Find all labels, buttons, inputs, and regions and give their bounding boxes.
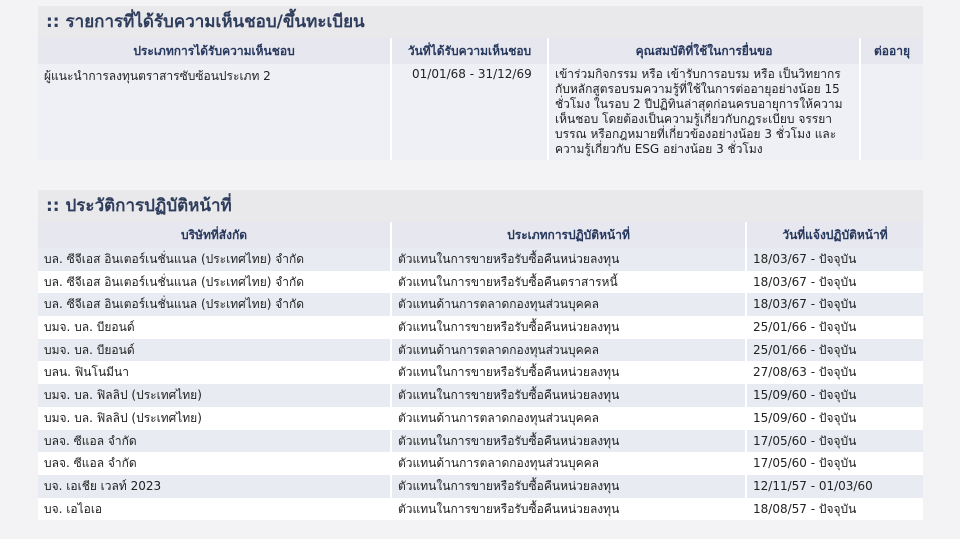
company-cell: บลจ. ซีแอล จำกัด [38,452,392,475]
duty-type-cell: ตัวแทนในการขายหรือรับซื้อคืนหน่วยลงทุน [391,316,747,339]
duty-type-cell: ตัวแทนในการขายหรือรับซื้อคืนหน่วยลงทุน [391,429,747,453]
table-row: บลจ. ซีแอล จำกัด ตัวแทนด้านการตลาดกองทุนส… [38,452,923,475]
duty-type-cell: ตัวแทนในการขายหรือรับซื้อคืนหน่วยลงทุน [391,361,747,385]
table-row: บล. ซีจีเอส อินเตอร์เนชั่นแนล (ประเทศไทย… [38,248,923,271]
table-row: บมจ. บล. บียอนด์ ตัวแทนในการขายหรือรับซื้… [38,316,923,339]
qualification-cell: เข้าร่วมกิจกรรม หรือ เข้ารับการอบรม หรือ… [548,64,861,160]
header-duty-type: ประเภทการปฏิบัติหน้าที่ [391,222,747,248]
table-row: บมจ. บล. ฟิลลิป (ประเทศไทย) ตัวแทนด้านการ… [38,406,923,430]
company-cell: บล. ซีจีเอส อินเตอร์เนชั่นแนล (ประเทศไทย… [38,270,392,294]
company-cell: บจ. เอไอเอ [38,497,392,521]
approval-table-header: ประเภทการได้รับความเห็นชอบ วันที่ได้รับค… [38,38,923,64]
duty-table-body: บล. ซีจีเอส อินเตอร์เนชั่นแนล (ประเทศไทย… [38,248,923,521]
duty-table-header: บริษัทที่สังกัด ประเภทการปฏิบัติหน้าที่ … [38,222,923,248]
company-cell: บมจ. บล. บียอนด์ [38,338,392,362]
duty-date-cell: 12/11/57 - 01/03/60 [746,474,923,498]
table-row: บล. ซีจีเอส อินเตอร์เนชั่นแนล (ประเทศไทย… [38,270,923,294]
company-cell: บลจ. ซีแอล จำกัด [38,429,392,453]
duty-date-cell: 15/09/60 - ปัจจุบัน [746,384,923,407]
duty-type-cell: ตัวแทนในการขายหรือรับซื้อคืนหน่วยลงทุน [391,474,747,498]
company-cell: บมจ. บล. ฟิลลิป (ประเทศไทย) [38,406,392,430]
table-row: บลน. ฟินโนมีนา ตัวแทนในการขายหรือรับซื้อค… [38,361,923,385]
table-row: บลจ. ซีแอล จำกัด ตัวแทนในการขายหรือรับซื้… [38,429,923,453]
duty-type-cell: ตัวแทนในการขายหรือรับซื้อคืนตราสารหนี้ [391,270,747,294]
company-cell: บมจ. บล. บียอนด์ [38,316,392,339]
header-renew: ต่ออายุ [860,38,923,64]
duty-date-cell: 18/03/67 - ปัจจุบัน [746,270,923,294]
table-row: บมจ. บล. บียอนด์ ตัวแทนด้านการตลาดกองทุนส… [38,338,923,362]
company-cell: บลน. ฟินโนมีนา [38,361,392,385]
duty-type-cell: ตัวแทนด้านการตลาดกองทุนส่วนบุคคล [391,338,747,362]
approval-table: ประเภทการได้รับความเห็นชอบ วันที่ได้รับค… [38,38,923,160]
approval-section-title: :: รายการที่ได้รับความเห็นชอบ/ขึ้นทะเบีย… [38,6,923,38]
table-row: บจ. เอเชีย เวลท์ 2023 ตัวแทนในการขายหรือร… [38,474,923,498]
duty-type-cell: ตัวแทนในการขายหรือรับซื้อคืนหน่วยลงทุน [391,384,747,407]
header-company: บริษัทที่สังกัด [38,222,392,248]
renew-cell [860,64,923,160]
duty-type-cell: ตัวแทนในการขายหรือรับซื้อคืนหน่วยลงทุน [391,248,747,271]
approval-section: :: รายการที่ได้รับความเห็นชอบ/ขึ้นทะเบีย… [38,6,923,160]
table-row: ผู้แนะนำการลงทุนตราสารซับซ้อนประเภท 2 01… [38,64,923,160]
header-duty-date: วันที่แจ้งปฏิบัติหน้าที่ [746,222,923,248]
header-approval-date: วันที่ได้รับความเห็นชอบ [391,38,549,64]
duty-date-cell: 18/03/67 - ปัจจุบัน [746,248,923,271]
company-cell: บล. ซีจีเอส อินเตอร์เนชั่นแนล (ประเทศไทย… [38,293,392,317]
duty-date-cell: 17/05/60 - ปัจจุบัน [746,452,923,475]
approval-date-cell: 01/01/68 - 31/12/69 [391,64,549,160]
duty-date-cell: 15/09/60 - ปัจจุบัน [746,406,923,430]
header-approval-type: ประเภทการได้รับความเห็นชอบ [38,38,392,64]
duty-date-cell: 18/03/67 - ปัจจุบัน [746,293,923,317]
duty-date-cell: 18/08/57 - ปัจจุบัน [746,497,923,521]
table-row: บมจ. บล. ฟิลลิป (ประเทศไทย) ตัวแทนในการขา… [38,384,923,407]
duty-type-cell: ตัวแทนด้านการตลาดกองทุนส่วนบุคคล [391,293,747,317]
duty-date-cell: 17/05/60 - ปัจจุบัน [746,429,923,453]
duty-date-cell: 25/01/66 - ปัจจุบัน [746,316,923,339]
duty-history-table: บริษัทที่สังกัด ประเภทการปฏิบัติหน้าที่ … [38,222,923,521]
duty-history-section: :: ประวัติการปฏิบัติหน้าที่ บริษัทที่สัง… [38,190,923,521]
company-cell: บล. ซีจีเอส อินเตอร์เนชั่นแนล (ประเทศไทย… [38,248,392,271]
duty-type-cell: ตัวแทนด้านการตลาดกองทุนส่วนบุคคล [391,406,747,430]
approval-type-cell: ผู้แนะนำการลงทุนตราสารซับซ้อนประเภท 2 [38,64,392,160]
company-cell: บจ. เอเชีย เวลท์ 2023 [38,474,392,498]
duty-type-cell: ตัวแทนในการขายหรือรับซื้อคืนหน่วยลงทุน [391,497,747,521]
duty-type-cell: ตัวแทนด้านการตลาดกองทุนส่วนบุคคล [391,452,747,475]
header-qualification: คุณสมบัติที่ใช้ในการยื่นขอ [548,38,861,64]
table-row: บจ. เอไอเอ ตัวแทนในการขายหรือรับซื้อคืนหน… [38,497,923,521]
company-cell: บมจ. บล. ฟิลลิป (ประเทศไทย) [38,384,392,407]
duty-date-cell: 27/08/63 - ปัจจุบัน [746,361,923,385]
duty-history-section-title: :: ประวัติการปฏิบัติหน้าที่ [38,190,923,222]
table-row: บล. ซีจีเอส อินเตอร์เนชั่นแนล (ประเทศไทย… [38,293,923,317]
duty-date-cell: 25/01/66 - ปัจจุบัน [746,338,923,362]
